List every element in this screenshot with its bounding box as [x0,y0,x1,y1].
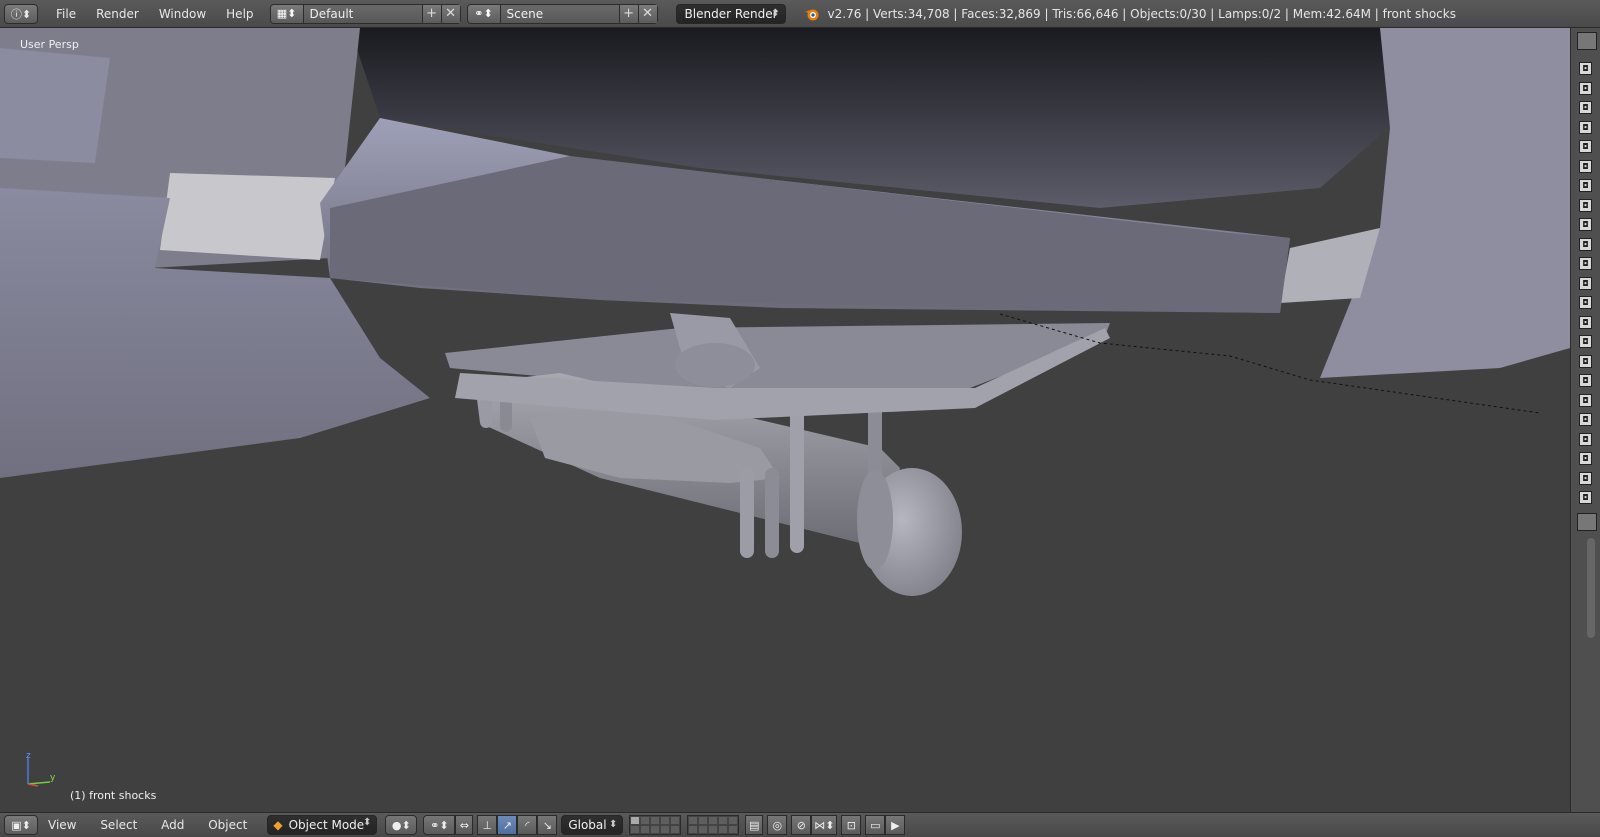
u-bolt-right-b [765,468,779,558]
layer-buttons-left[interactable] [629,815,682,835]
restrict-render-icon[interactable]: ◘ [1579,393,1592,407]
editor-type-button[interactable]: ⓘ⬍ [4,3,38,24]
3d-viewport[interactable]: User Persp z y (1) front shocks [0,28,1570,812]
manipulator-toggle-icon[interactable]: ⇔ [455,815,474,835]
restrict-render-icon[interactable]: ◘ [1579,374,1592,387]
viewport-menu: View Select Add Object [38,818,257,832]
shock-mount [675,343,755,387]
snap-element-icon[interactable]: ⋈⬍ [811,815,838,835]
add-layout-icon[interactable]: + [421,4,441,23]
layout-icon[interactable]: ▦⬍ [270,4,304,23]
top-menu: File Render Window Help [46,7,264,21]
restrict-render-icon[interactable]: ◘ [1579,101,1592,114]
screen-layout-name[interactable]: Default [303,4,422,23]
restrict-render-icon[interactable]: ◘ [1579,159,1592,173]
render-animation-icon[interactable]: ▶ [885,815,906,835]
interaction-mode-dropdown[interactable]: ◆ Object Mode [267,815,378,835]
restrict-render-icon[interactable]: ◘ [1579,179,1592,192]
menu-object[interactable]: Object [198,818,257,832]
scene-stats: v2.76 | Verts:34,708 | Faces:32,869 | Tr… [804,6,1456,22]
restrict-render-icon[interactable]: ◘ [1579,81,1592,95]
info-icon: ⓘ⬍ [10,7,32,21]
layer-lock-icon[interactable]: ▤ [745,815,764,835]
axis-gizmo-icon: z y [26,752,56,787]
translate-manipulator-icon[interactable]: ↗ [497,815,518,835]
restrict-render-icon[interactable]: ◘ [1579,335,1592,348]
restrict-render-icon[interactable]: ◘ [1579,354,1592,368]
blender-logo-icon [804,9,819,20]
restrict-render-icon[interactable]: ◘ [1579,62,1592,75]
restrict-render-icon[interactable]: ◘ [1579,432,1592,446]
viewport-scene[interactable] [0,28,1570,812]
restrict-render-icon[interactable]: ◘ [1579,140,1592,153]
view3d-editor-type-button[interactable]: ▣⬍ [4,815,38,835]
menu-window[interactable]: Window [149,7,216,21]
u-bolt-right-a [740,468,754,558]
scale-manipulator-icon[interactable]: ↘ [537,815,558,835]
stats-text: v2.76 | Verts:34,708 | Faces:32,869 | Tr… [827,6,1456,21]
restrict-render-icon[interactable]: ◘ [1579,276,1592,290]
menu-render[interactable]: Render [86,7,149,21]
pivot-point-button[interactable]: ⚭⬍ [423,815,456,835]
axis-y-label: y [50,773,56,783]
scene-icon[interactable]: ⚭⬍ [467,4,501,23]
properties-header-icon[interactable] [1577,513,1597,531]
menu-view[interactable]: View [38,818,86,832]
snap-target-icon[interactable]: ⊡ [841,815,862,835]
view-mode-label: User Persp [20,38,79,51]
outliner-strip[interactable]: ◘ ◘ ◘ ◘ ◘ ◘ ◘ ◘ ◘ ◘ ◘ ◘ ◘ ◘ ◘ ◘ ◘ ◘ ◘ ◘ ◘ ◘ ◘ [1570,28,1600,812]
outliner-header-icon[interactable] [1577,32,1597,50]
restrict-render-icon[interactable]: ◘ [1579,471,1592,485]
outliner-scrollbar[interactable] [1587,538,1595,638]
axis-z-label: z [26,752,31,761]
object-mode-icon: ◆ [273,818,283,832]
menu-select[interactable]: Select [90,818,147,832]
restrict-render-icon[interactable]: ◘ [1579,218,1592,231]
restrict-render-icon[interactable]: ◘ [1579,237,1592,251]
wheel-hub-rim [857,470,893,570]
layer-buttons-right[interactable] [687,815,740,835]
viewport-header: ▣⬍ View Select Add Object ◆ Object Mode … [0,812,1600,837]
restrict-render-icon[interactable]: ◘ [1579,120,1592,134]
snap-toggle-icon[interactable]: ⊘ [791,815,812,835]
info-header: ⓘ⬍ File Render Window Help ▦⬍ Default + … [0,0,1600,28]
remove-scene-icon[interactable]: ✕ [637,4,657,23]
proportional-edit-icon[interactable]: ◎ [767,815,788,835]
remove-layout-icon[interactable]: ✕ [440,4,460,23]
render-camera-icon[interactable]: ▭ [865,815,886,835]
menu-file[interactable]: File [46,7,86,21]
rotate-manipulator-icon[interactable]: ◜ [517,815,538,835]
screen-layout-selector[interactable]: ▦⬍ Default + ✕ [269,3,461,24]
transform-orientation-dropdown[interactable]: Global [561,815,624,835]
manipulator-axes-icon[interactable]: ⊥ [477,815,498,835]
u-bolt-right-c [790,403,804,553]
left-fender-dark [0,48,110,163]
restrict-render-icon[interactable]: ◘ [1579,257,1592,270]
restrict-render-icon[interactable]: ◘ [1579,198,1592,212]
viewport-shading-button[interactable]: ●⬍ [385,815,418,835]
menu-add[interactable]: Add [151,818,194,832]
restrict-render-icon[interactable]: ◘ [1579,296,1592,309]
active-object-label: (1) front shocks [70,789,157,802]
cube-icon: ▣⬍ [11,818,31,832]
menu-help[interactable]: Help [216,7,263,21]
scene-selector[interactable]: ⚭⬍ Scene + ✕ [466,3,658,24]
restrict-render-icon[interactable]: ◘ [1579,315,1592,329]
restrict-render-icon[interactable]: ◘ [1579,413,1592,426]
add-scene-icon[interactable]: + [618,4,638,23]
restrict-render-icon[interactable]: ◘ [1579,452,1592,465]
interaction-mode-label: Object Mode [288,818,365,832]
restrict-render-icon[interactable]: ◘ [1579,491,1592,504]
scene-name[interactable]: Scene [500,4,619,23]
render-engine-dropdown[interactable]: Blender Render [675,3,786,24]
left-fender-light [160,173,335,260]
